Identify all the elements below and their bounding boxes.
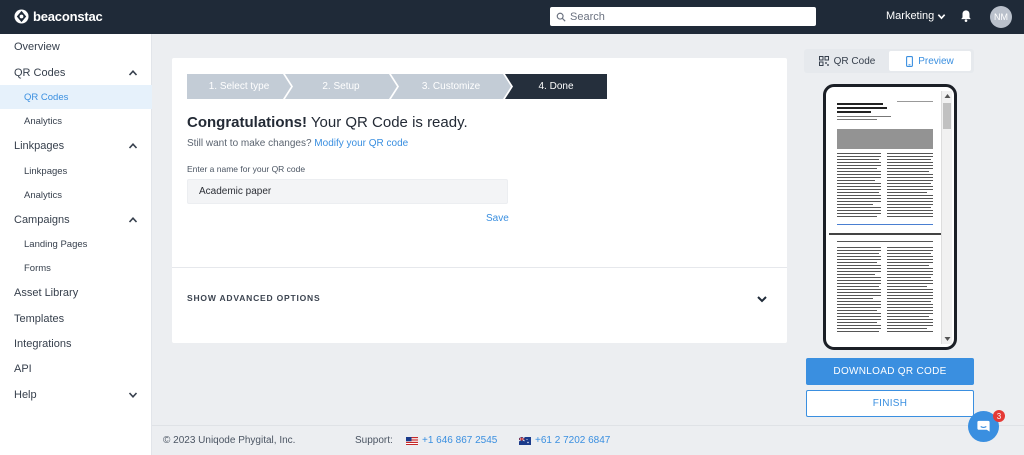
wizard-steps: 1. Select type 2. Setup 3. Customize 4. … [187, 74, 607, 99]
chevron-up-icon [128, 143, 138, 149]
chevron-up-icon [128, 70, 138, 76]
download-qr-button[interactable]: DOWNLOAD QR CODE [806, 358, 974, 385]
sidebar-item-label: Forms [24, 262, 51, 274]
sidebar-item-label: Asset Library [14, 287, 79, 299]
paper-preview[interactable] [829, 91, 941, 344]
sidebar-item-label: Overview [14, 41, 60, 53]
step-label: 1. Select type [208, 81, 270, 92]
support-phone-us[interactable]: +1 646 867 2545 [406, 435, 497, 446]
sidebar-item-qr-codes[interactable]: QR Codes [0, 85, 152, 109]
sidebar-item-asset-library[interactable]: Asset Library [0, 281, 152, 305]
chevron-up-icon [128, 217, 138, 223]
sidebar-item-label: Integrations [14, 338, 72, 350]
preview-toggle: QR Code Preview [804, 49, 974, 73]
sidebar-group-campaigns[interactable]: Campaigns [0, 208, 152, 232]
support-phone-au[interactable]: +61 2 7202 6847 [519, 435, 610, 446]
workspace-label: Marketing [886, 10, 935, 22]
step-customize[interactable]: 3. Customize [391, 74, 511, 99]
qr-done-card: 1. Select type 2. Setup 3. Customize 4. … [172, 58, 787, 343]
sidebar-item-label: API [14, 363, 32, 375]
chevron-down-icon [938, 13, 946, 19]
search-box[interactable] [550, 7, 816, 26]
avatar[interactable]: NM [990, 6, 1012, 28]
step-select-type[interactable]: 1. Select type [187, 74, 291, 99]
chat-notification-badge: 3 [993, 410, 1005, 422]
top-bar: beaconstac Marketing NM [0, 0, 1024, 34]
advanced-options-toggle[interactable]: SHOW ADVANCED OPTIONS [187, 293, 320, 303]
tab-label: QR Code [833, 55, 876, 67]
page-title: Congratulations! Your QR Code is ready. [187, 114, 468, 131]
sidebar-item-linkpages[interactable]: Linkpages [0, 159, 152, 183]
search-input[interactable] [570, 10, 810, 23]
sidebar-item-label: Analytics [24, 189, 63, 201]
sidebar-item-linkpage-analytics[interactable]: Analytics [0, 183, 152, 207]
beaconstac-logo-icon [14, 9, 29, 24]
sidebar-item-forms[interactable]: Forms [0, 256, 152, 280]
workspace-dropdown[interactable]: Marketing [886, 10, 946, 22]
scroll-thumb[interactable] [943, 103, 951, 129]
sidebar-item-templates[interactable]: Templates [0, 307, 152, 331]
sidebar: Overview QR Codes QR Codes Analytics Lin… [0, 34, 152, 455]
modify-qr-link[interactable]: Modify your QR code [314, 138, 408, 149]
sidebar-item-label: Campaigns [14, 214, 70, 226]
scroll-up-icon[interactable] [943, 92, 952, 100]
phone-au-text: +61 2 7202 6847 [535, 435, 611, 446]
tab-preview[interactable]: Preview [889, 51, 971, 71]
sidebar-item-label: Landing Pages [24, 238, 88, 250]
sidebar-item-integrations[interactable]: Integrations [0, 332, 152, 356]
qr-name-input[interactable] [187, 179, 508, 204]
sidebar-item-label: QR Codes [14, 67, 66, 79]
chat-icon [977, 420, 990, 432]
footer-copyright: © 2023 Uniqode Phygital, Inc. [163, 435, 296, 446]
congrats-text: Your QR Code is ready. [307, 114, 468, 131]
step-setup[interactable]: 2. Setup [285, 74, 397, 99]
save-button[interactable]: Save [486, 213, 509, 224]
search-icon [556, 12, 566, 22]
divider [172, 267, 787, 268]
qr-code-icon [818, 56, 829, 66]
mobile-icon [906, 55, 914, 67]
sidebar-item-label: Templates [14, 313, 65, 325]
paper-page-image [829, 91, 941, 344]
sidebar-item-help[interactable]: Help [0, 383, 152, 407]
modify-prompt-text: Still want to make changes? [187, 138, 315, 149]
footer-support-label: Support: [355, 435, 393, 446]
us-flag-icon [406, 436, 418, 445]
sidebar-group-linkpages[interactable]: Linkpages [0, 134, 152, 158]
step-label: 4. Done [538, 81, 574, 92]
sidebar-item-landing-pages[interactable]: Landing Pages [0, 232, 152, 256]
sidebar-item-qr-analytics[interactable]: Analytics [0, 109, 152, 133]
chevron-down-icon [128, 392, 138, 398]
step-done[interactable]: 4. Done [505, 74, 607, 99]
footer-divider [152, 425, 1024, 426]
scroll-down-icon[interactable] [943, 335, 952, 343]
sidebar-item-api[interactable]: API [0, 357, 152, 381]
finish-button[interactable]: FINISH [806, 390, 974, 417]
phone-us-text: +1 646 867 2545 [422, 435, 498, 446]
sidebar-item-overview[interactable]: Overview [0, 35, 152, 59]
bell-icon[interactable] [959, 9, 973, 23]
sidebar-item-label: QR Codes [24, 91, 69, 103]
tab-qr-code[interactable]: QR Code [807, 51, 887, 71]
step-label: 3. Customize [421, 81, 481, 92]
tab-label: Preview [918, 55, 954, 67]
chevron-down-icon[interactable] [756, 293, 768, 305]
name-field-label: Enter a name for your QR code [187, 164, 306, 174]
sidebar-item-label: Linkpages [14, 140, 65, 152]
sidebar-group-qr-codes[interactable]: QR Codes [0, 61, 152, 85]
preview-scrollbar[interactable] [941, 91, 952, 344]
sidebar-item-label: Help [14, 389, 37, 401]
congrats-bold: Congratulations! [187, 114, 307, 131]
phone-preview [823, 84, 957, 350]
sidebar-item-label: Linkpages [24, 165, 68, 177]
sidebar-item-label: Analytics [24, 115, 63, 127]
modify-prompt: Still want to make changes? Modify your … [187, 138, 408, 149]
au-flag-icon [519, 436, 531, 445]
brand-name: beaconstac [33, 9, 103, 24]
brand-logo[interactable]: beaconstac [14, 9, 103, 24]
step-label: 2. Setup [322, 81, 360, 92]
